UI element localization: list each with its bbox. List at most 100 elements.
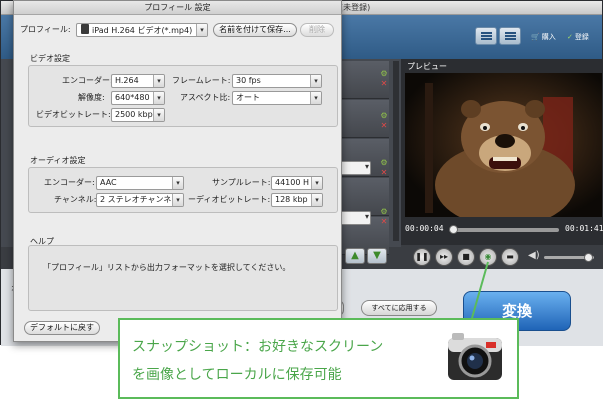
buy-label: 購入 [541, 33, 556, 41]
gear-icon[interactable]: ⚙ [379, 207, 389, 217]
volume-icon: ◀) [528, 250, 540, 261]
chevron-down-icon: ▾ [153, 75, 164, 87]
snapshot-button[interactable]: ◉ [479, 248, 497, 266]
move-down-button[interactable]: ▼ [367, 248, 387, 264]
audio-encoder-select[interactable]: AAC ▾ [96, 176, 184, 190]
audio-bitrate-label: ーディオビットレート: [188, 195, 271, 204]
close-icon[interactable]: ✕ [379, 217, 389, 227]
delete-button[interactable]: 削除 [300, 23, 334, 37]
close-icon[interactable]: ✕ [379, 121, 389, 131]
volume-thumb[interactable] [584, 253, 593, 262]
chevron-down-icon: ▾ [311, 177, 322, 189]
framerate-label: フレームレート: [172, 76, 231, 85]
fast-forward-icon: ▸▸ [439, 252, 449, 261]
chevron-down-icon: ▾ [172, 177, 183, 189]
audio-settings-title: オーディオ設定 [30, 156, 86, 165]
seek-thumb[interactable] [449, 225, 459, 234]
check-icon: ✓ [567, 33, 573, 41]
apply-to-all-button[interactable]: すべてに応用する [361, 300, 437, 316]
framerate-select[interactable]: 30 fps ▾ [232, 74, 322, 88]
save-as-button[interactable]: 名前を付けて保存... [213, 23, 297, 37]
profile-select-value: iPad H.264 ビデオ(*.mp4) [92, 26, 193, 35]
register-label: 登録 [574, 33, 589, 41]
aspect-ratio-label: アスペクト比: [180, 93, 231, 102]
callout-line1: スナップショット：お好きなスクリーン [132, 339, 384, 355]
seek-bar[interactable] [449, 225, 559, 234]
device-icon [81, 24, 89, 34]
close-icon[interactable]: ✕ [379, 79, 389, 89]
folder-icon: ▬ [506, 252, 514, 261]
stop-button[interactable]: ■ [457, 248, 475, 266]
video-encoder-value: H.264 [115, 76, 139, 85]
register-link[interactable]: ✓ 登録 [567, 32, 589, 42]
row-format-select[interactable] [339, 211, 371, 225]
arrow-down-icon: ▼ [373, 250, 381, 261]
audio-bitrate-select[interactable]: 128 kbp ▾ [271, 193, 323, 207]
video-bitrate-label: ビデオビットレート: [36, 110, 111, 119]
chevron-down-icon: ▾ [153, 109, 164, 121]
file-list-scrollbar[interactable] [393, 61, 399, 241]
gear-icon[interactable]: ⚙ [379, 69, 389, 79]
row-format-select[interactable] [339, 161, 371, 175]
dialog-title: プロフィール 設定 [14, 1, 341, 15]
pause-icon: ❚❚ [415, 252, 429, 261]
gear-icon[interactable]: ⚙ [379, 158, 389, 168]
menu-icon [505, 32, 516, 40]
pause-button[interactable]: ❚❚ [413, 248, 431, 266]
chevron-down-icon: ▾ [172, 194, 183, 206]
preview-frame-image [405, 73, 602, 217]
close-icon[interactable]: ✕ [379, 168, 389, 178]
buy-link[interactable]: 🛒 購入 [531, 32, 556, 42]
video-encoder-label: エンコーダー: [62, 76, 113, 85]
cart-icon: 🛒 [531, 33, 540, 41]
audio-encoder-label: エンコーダー: [44, 178, 95, 187]
help-box: 「プロフィール」リストから出力フォーマットを選択してください。 [28, 245, 338, 311]
preview-video [405, 73, 602, 217]
resolution-label: 解像度: [78, 93, 105, 102]
video-bitrate-select[interactable]: 2500 kbps ▾ [111, 108, 165, 122]
callout-line2: を画像としてローカルに保存可能 [132, 367, 342, 383]
stop-icon: ■ [462, 252, 470, 261]
player-controls: ❚❚ ▸▸ ■ ◉ ▬ ◀) [401, 245, 603, 269]
snapshot-callout: スナップショット：お好きなスクリーン を画像としてローカルに保存可能 [118, 318, 519, 399]
video-encoder-select[interactable]: H.264 ▾ [111, 74, 165, 88]
chevron-down-icon: ▾ [196, 24, 207, 36]
samplerate-label: サンプルレート: [212, 178, 271, 187]
profile-settings-dialog: プロフィール 設定 プロフィール: iPad H.264 ビデオ(*.mp4) … [13, 0, 342, 342]
samplerate-select[interactable]: 44100 H ▾ [271, 176, 323, 190]
move-up-button[interactable]: ▲ [345, 248, 365, 264]
channel-value: 2 ステレオチャンネル [100, 195, 180, 204]
preview-title: プレビュー [407, 62, 447, 71]
chevron-down-icon: ▾ [311, 194, 322, 206]
resolution-select[interactable]: 640*480 ▾ [111, 91, 165, 105]
arrow-up-icon: ▲ [351, 250, 359, 261]
list-view-button[interactable] [475, 27, 497, 45]
audio-bitrate-value: 128 kbp [275, 195, 308, 204]
channel-select[interactable]: 2 ステレオチャンネル ▾ [96, 193, 184, 207]
samplerate-value: 44100 H [275, 178, 310, 187]
gear-icon[interactable]: ⚙ [379, 111, 389, 121]
open-folder-button[interactable]: ▬ [501, 248, 519, 266]
channel-label: チャンネル: [54, 195, 97, 204]
chevron-down-icon: ▾ [310, 75, 321, 87]
aspect-ratio-select[interactable]: オート ▾ [232, 91, 322, 105]
reset-default-button[interactable]: デフォルトに戻す [24, 321, 100, 335]
detail-view-button[interactable] [499, 27, 521, 45]
camera-icon: ◉ [484, 252, 492, 261]
aspect-ratio-value: オート [236, 93, 260, 102]
profile-label: プロフィール: [20, 25, 71, 34]
time-total: 00:01:41 [565, 224, 603, 233]
profile-select[interactable]: iPad H.264 ビデオ(*.mp4) ▾ [76, 23, 208, 37]
video-bitrate-value: 2500 kbps [115, 110, 157, 119]
framerate-value: 30 fps [236, 76, 261, 85]
chevron-down-icon: ▾ [310, 92, 321, 104]
camera-icon [448, 333, 502, 380]
fast-forward-button[interactable]: ▸▸ [435, 248, 453, 266]
video-settings-title: ビデオ設定 [30, 54, 70, 63]
preview-pane: プレビュー 00:00:04 00:01:41 [401, 59, 603, 245]
resolution-value: 640*480 [115, 93, 150, 102]
volume-slider[interactable] [544, 253, 594, 262]
chevron-down-icon: ▾ [153, 92, 164, 104]
audio-encoder-value: AAC [100, 178, 117, 187]
list-icon [481, 32, 492, 40]
